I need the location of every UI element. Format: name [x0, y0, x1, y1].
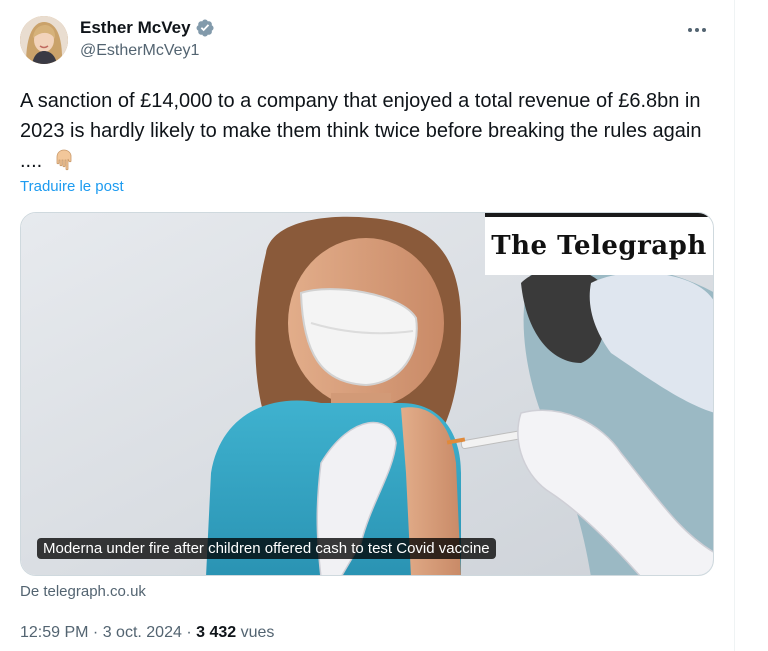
author-name[interactable]: Esther McVey [80, 18, 191, 38]
column-divider [734, 0, 735, 651]
tweet-body: A sanction of £14,000 to a company that … [20, 90, 702, 172]
tweet-text: A sanction of £14,000 to a company that … [20, 86, 720, 176]
card-caption: Moderna under fire after children offere… [37, 538, 496, 559]
avatar[interactable] [20, 16, 68, 64]
meta-separator-2: · [181, 624, 197, 641]
link-card[interactable]: The Telegraph Moderna under fire after c… [20, 212, 714, 576]
tweet-header: Esther McVey @EstherMcVey1 [20, 16, 714, 68]
tweet-meta: 12:59 PM · 3 oct. 2024 · 3 432 vues [20, 624, 274, 642]
author-name-row: Esther McVey [80, 18, 215, 38]
meta-separator: · [88, 624, 103, 641]
author-handle[interactable]: @EstherMcVey1 [80, 42, 199, 60]
tweet: Esther McVey @EstherMcVey1 A sanction of… [0, 0, 734, 651]
translate-post-link[interactable]: Traduire le post [20, 178, 124, 195]
more-options-icon[interactable] [682, 20, 712, 40]
views-label: vues [236, 624, 275, 641]
telegraph-logo: The Telegraph [485, 213, 713, 275]
views-count: 3 432 [196, 624, 237, 641]
post-time[interactable]: 12:59 PM [20, 624, 88, 641]
post-date[interactable]: 3 oct. 2024 [103, 624, 182, 641]
card-source[interactable]: De telegraph.co.uk [20, 583, 146, 600]
pointing-down-emoji-icon [54, 149, 74, 171]
brand-name: The Telegraph [491, 231, 707, 261]
verified-badge-icon[interactable] [195, 18, 215, 38]
